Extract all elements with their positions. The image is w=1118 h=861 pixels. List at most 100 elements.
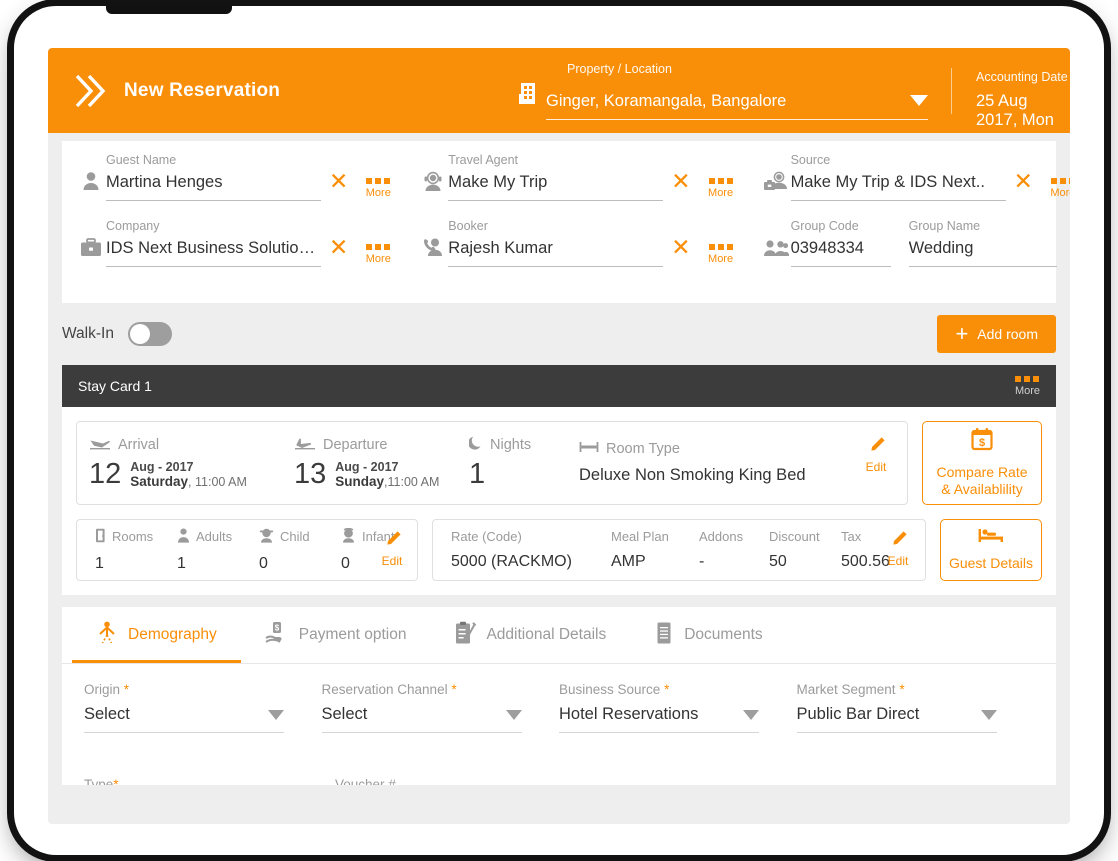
compare-rate-line1: Compare Rate: [936, 463, 1028, 480]
demography-icon: [96, 621, 118, 650]
departure-month-year: Aug - 2017: [335, 459, 399, 474]
field-guest-name[interactable]: Guest Name Martina Henges ✕ More: [76, 153, 396, 201]
field-label: Group Code: [790, 219, 859, 233]
tab-additional-details[interactable]: Additional Details: [430, 607, 630, 663]
field-value[interactable]: Martina Henges: [106, 173, 321, 201]
add-room-button[interactable]: + Add room: [937, 315, 1056, 353]
edit-label: Edit: [887, 554, 909, 568]
stay-card-more-button[interactable]: More: [1015, 375, 1040, 397]
field-value[interactable]: 03948334: [790, 239, 891, 267]
arrival-day: 12: [89, 457, 122, 490]
walkin-label: Walk-In: [62, 325, 114, 342]
field-group-code[interactable]: Group Code 03948334 Group Name Wedding: [761, 219, 1057, 267]
clear-icon[interactable]: ✕: [329, 170, 348, 193]
device-notch: [106, 6, 232, 14]
occupancy-value: 0: [259, 554, 268, 572]
field-source[interactable]: Source Make My Trip & IDS Next.. ✕ More: [761, 153, 1070, 201]
nights-value: 1: [469, 458, 486, 490]
ellipsis-icon: [1045, 178, 1070, 184]
header-divider: [951, 68, 952, 114]
demography-form-row-2: Type* Voucher #: [62, 759, 1056, 785]
field-company[interactable]: Company IDS Next Business Solutio… ✕ Mor…: [76, 219, 396, 267]
occupancy-label: Child: [280, 529, 310, 544]
field-travel-agent[interactable]: Travel Agent Make My Trip ✕ More: [418, 153, 738, 201]
form-field-reservation-channel: Reservation Channel * Select: [321, 682, 560, 733]
ellipsis-icon: [360, 178, 396, 184]
field-booker[interactable]: Booker Rajesh Kumar ✕ More: [418, 219, 738, 267]
tab-demography[interactable]: Demography: [72, 607, 241, 663]
rate-label: Discount: [769, 529, 820, 544]
chevron-down-icon[interactable]: [910, 95, 928, 106]
add-room-label: Add room: [977, 326, 1038, 342]
chevron-down-icon: [980, 709, 997, 720]
tab-payment-option[interactable]: $ Payment option: [241, 607, 431, 663]
field-label: Source: [790, 153, 831, 167]
guest-row-1: Guest Name Martina Henges ✕ More Travel …: [62, 153, 1070, 201]
field-value[interactable]: Make My Trip & IDS Next..: [790, 173, 1006, 201]
form-label: Voucher #: [335, 777, 396, 785]
field-value[interactable]: Wedding: [908, 239, 1057, 267]
tab-documents[interactable]: Documents: [630, 607, 786, 663]
calendar-dollar-icon: $: [970, 427, 994, 456]
field-value[interactable]: IDS Next Business Solutio…: [106, 239, 321, 267]
market-segment-select[interactable]: Public Bar Direct: [796, 705, 997, 733]
rate-card: Rate (Code) 5000 (RACKMO) Meal Plan AMP …: [432, 519, 926, 581]
more-label: More: [708, 253, 734, 265]
clipboard-pen-icon: [454, 621, 477, 650]
field-value[interactable]: Rajesh Kumar: [448, 239, 664, 267]
guest-row-2: Company IDS Next Business Solutio… ✕ Mor…: [62, 219, 1057, 267]
double-chevron-icon: [70, 73, 116, 109]
clear-icon[interactable]: ✕: [671, 170, 690, 193]
more-button-guest-name[interactable]: More: [360, 178, 396, 199]
more-button-source[interactable]: More: [1045, 178, 1070, 199]
clear-icon[interactable]: ✕: [671, 236, 690, 259]
compare-rate-button[interactable]: $ Compare Rate & Availablility: [922, 421, 1042, 505]
required-mark: *: [899, 682, 905, 697]
occupancy-value: 1: [95, 554, 104, 572]
briefcase-icon: [76, 227, 106, 267]
origin-select[interactable]: Select: [84, 705, 284, 733]
form-field-origin: Origin * Select: [84, 682, 322, 733]
market-segment-value: Public Bar Direct: [796, 705, 920, 723]
departure-day: 13: [294, 457, 327, 490]
details-tabs-panel: Demography $ Payment option Additional D…: [62, 607, 1056, 785]
rate-value: -: [699, 553, 705, 570]
more-button-booker[interactable]: More: [703, 244, 739, 265]
edit-rate-button[interactable]: Edit: [881, 530, 915, 568]
infant-icon: [341, 527, 356, 546]
more-button-company[interactable]: More: [360, 244, 396, 265]
more-label: More: [365, 187, 391, 199]
reservation-channel-value: Select: [321, 705, 368, 723]
business-source-value: Hotel Reservations: [559, 705, 699, 723]
walkin-toggle[interactable]: [127, 322, 172, 346]
clear-icon[interactable]: ✕: [1014, 170, 1033, 193]
departure-block: Departure 13 Aug - 2017 Sunday,11:00 AM: [294, 436, 440, 490]
edit-occupancy-button[interactable]: Edit: [375, 530, 409, 568]
reservation-channel-select[interactable]: Select: [321, 705, 522, 733]
business-source-select[interactable]: Hotel Reservations: [559, 705, 759, 733]
field-label: Booker: [448, 219, 488, 233]
form-label: Origin: [84, 682, 121, 697]
chevron-down-icon: [268, 709, 284, 720]
form-field-voucher: Voucher #: [335, 777, 586, 785]
required-mark: *: [113, 777, 119, 785]
more-label: More: [708, 187, 734, 199]
payment-hand-icon: $: [265, 621, 289, 650]
stay-card-title: Stay Card 1: [78, 378, 152, 394]
occupancy-adults: Adults 1: [165, 528, 247, 573]
field-label: Group Name: [908, 219, 981, 233]
clear-icon[interactable]: ✕: [329, 236, 348, 259]
more-button-travel-agent[interactable]: More: [703, 178, 739, 199]
accounting-date: Accounting Date 25 Aug 2017, Mon: [976, 70, 1070, 130]
guest-details-button[interactable]: Guest Details: [940, 519, 1042, 581]
property-selector[interactable]: Property / Location Ginger, Koramangala,…: [518, 62, 928, 120]
group-people-icon: [761, 227, 791, 267]
stay-card-header: Stay Card 1 More: [62, 365, 1056, 407]
page-title: New Reservation: [124, 79, 281, 101]
field-value[interactable]: Make My Trip: [448, 173, 664, 201]
origin-value: Select: [84, 705, 130, 723]
arrival-label: Arrival: [118, 436, 160, 453]
bed-icon: [579, 441, 599, 457]
edit-stay-dates-button[interactable]: Edit: [859, 436, 893, 474]
phone-person-icon: [418, 227, 448, 267]
